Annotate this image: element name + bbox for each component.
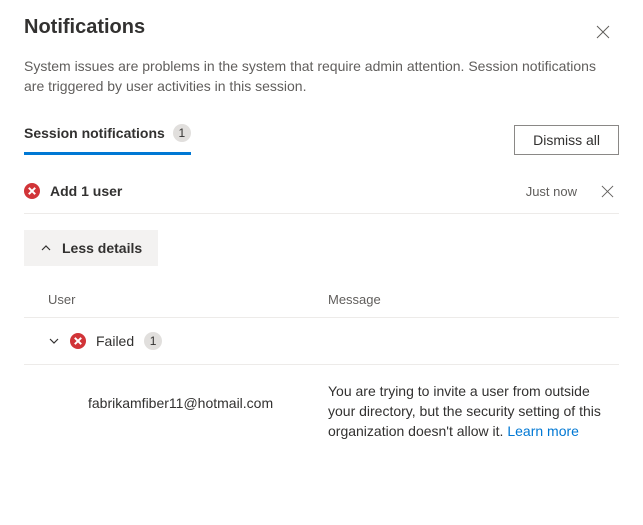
details-table: User Message Failed 1 fabrikamfiber11@ho… (24, 284, 619, 457)
table-row: fabrikamfiber11@hotmail.com You are tryi… (24, 365, 619, 457)
group-row-failed[interactable]: Failed 1 (24, 318, 619, 365)
chevron-up-icon (40, 242, 52, 254)
close-panel-button[interactable] (587, 16, 619, 48)
dismiss-all-button[interactable]: Dismiss all (514, 125, 619, 155)
error-icon (24, 183, 40, 199)
toggle-details-button[interactable]: Less details (24, 230, 158, 266)
chevron-down-icon (48, 335, 60, 347)
tab-session-notifications[interactable]: Session notifications 1 (24, 124, 191, 155)
toggle-details-label: Less details (62, 240, 142, 256)
column-header-user: User (48, 292, 328, 307)
close-icon (601, 185, 614, 198)
dismiss-notification-button[interactable] (595, 179, 619, 203)
cell-message: You are trying to invite a user from out… (328, 381, 619, 441)
tab-count-badge: 1 (173, 124, 191, 142)
notification-time: Just now (526, 184, 577, 199)
learn-more-link[interactable]: Learn more (507, 423, 579, 439)
cell-user: fabrikamfiber11@hotmail.com (48, 381, 328, 411)
group-status-label: Failed (96, 333, 134, 349)
group-count-badge: 1 (144, 332, 162, 350)
notification-item: Add 1 user Just now (24, 163, 619, 214)
error-icon (70, 333, 86, 349)
tab-label: Session notifications (24, 125, 165, 141)
page-title: Notifications (24, 16, 145, 39)
column-header-message: Message (328, 292, 619, 307)
close-icon (596, 25, 610, 39)
notification-title: Add 1 user (50, 183, 516, 199)
panel-description: System issues are problems in the system… (24, 56, 619, 96)
